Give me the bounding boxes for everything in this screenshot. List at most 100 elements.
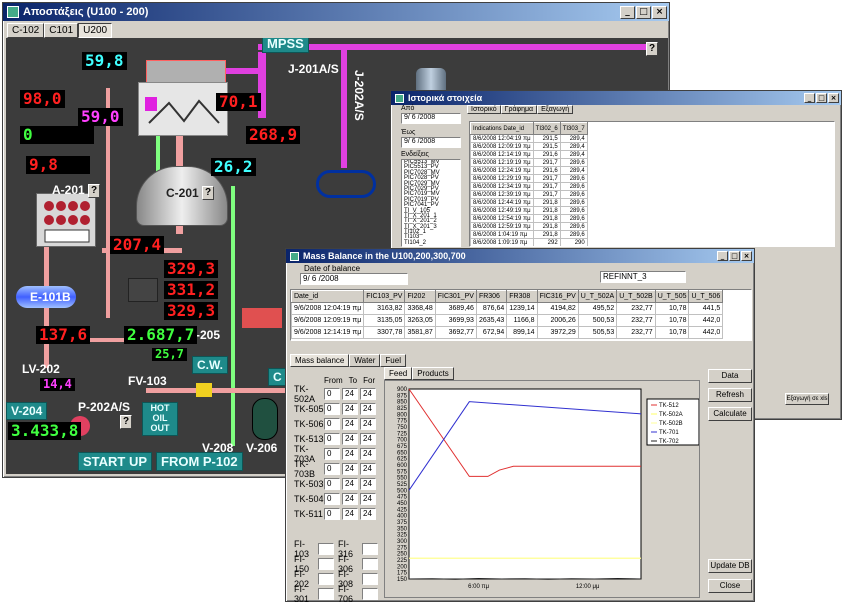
refresh-button[interactable]: Refresh: [708, 388, 752, 402]
date-of-balance-select[interactable]: 9/ 6 /2008: [300, 273, 408, 285]
mass-maximize-button[interactable]: □: [729, 251, 740, 261]
mass-minimize-button[interactable]: _: [717, 251, 728, 261]
history-row[interactable]: 8/6/2008 12:49:19 πμ 291,8 289,6: [470, 206, 588, 215]
tab-feed[interactable]: Feed: [384, 367, 413, 380]
mass-row[interactable]: 9/6/2008 12:04:19 πμ 3163,82 3368,48 3689,4…: [291, 302, 724, 315]
history-grid[interactable]: Indications Date_id TI302_6 TI303_7 8/6/…: [469, 121, 835, 247]
calculate-button[interactable]: Calculate: [708, 407, 752, 421]
mass-col-header[interactable]: U_T_505: [654, 290, 690, 303]
mass-col-header[interactable]: FI202: [404, 290, 436, 303]
history-indicators-list[interactable]: PIC5513_MV PIC5513_PV PIC7028_MV PIC7028_PV…: [401, 159, 461, 247]
fi-input[interactable]: [362, 572, 378, 585]
history-maximize-button[interactable]: □: [816, 93, 827, 103]
history-from-date[interactable]: 9/ 6 /2008: [401, 113, 461, 124]
mass-col-header[interactable]: FIC301_PV: [434, 290, 477, 303]
history-row[interactable]: 8/6/2008 12:54:19 πμ 291,8 289,6: [470, 214, 588, 223]
history-row[interactable]: 8/6/2008 12:24:19 πμ 291,6 289,4: [470, 166, 588, 175]
tank-to-input[interactable]: 24: [342, 477, 358, 490]
mass-row[interactable]: 9/6/2008 12:14:19 πμ 3307,78 3581,87 3692,7…: [291, 326, 724, 339]
history-col-ti302[interactable]: TI302_6: [532, 122, 561, 135]
tank-to-input[interactable]: 24: [342, 417, 358, 430]
tank-for-input[interactable]: 24: [360, 492, 376, 505]
export-xls-button[interactable]: Εξαγωγή σε xls: [785, 393, 829, 405]
history-row[interactable]: 8/6/2008 1:09:19 πμ 292 290: [470, 238, 588, 246]
tab-fuel[interactable]: Fuel: [380, 354, 406, 367]
mass-col-header[interactable]: Date_id: [291, 290, 365, 303]
refinery-select[interactable]: REFINNT_3: [600, 271, 686, 283]
fi-input[interactable]: [362, 587, 378, 600]
history-row[interactable]: 8/6/2008 12:04:19 πμ 291,5 289,4: [470, 134, 588, 143]
history-minimize-button[interactable]: _: [804, 93, 815, 103]
mass-col-header[interactable]: U_T_506: [688, 290, 724, 303]
tank-for-input[interactable]: 24: [360, 417, 376, 430]
tank-for-input[interactable]: 24: [360, 462, 376, 475]
tab-graph[interactable]: Γράφημα: [500, 105, 538, 114]
tank-for-input[interactable]: 24: [360, 477, 376, 490]
update-db-button[interactable]: Update DB: [708, 559, 752, 573]
tab-history[interactable]: Ιστορικό: [467, 105, 501, 114]
tab-u200[interactable]: U200: [78, 23, 113, 38]
mass-grid[interactable]: Date_id FIC103_PV FI202 FIC301_PV FR306 FR308…: [290, 289, 752, 341]
tank-to-input[interactable]: 24: [342, 447, 358, 460]
tank-from-input[interactable]: 0: [324, 492, 340, 505]
history-row[interactable]: 8/6/2008 1:04:19 πμ 291,8 289,6: [470, 230, 588, 239]
tab-c101[interactable]: C101: [44, 23, 79, 38]
fi-input[interactable]: [318, 542, 334, 555]
tab-export[interactable]: Εξαγωγή: [537, 105, 574, 114]
history-row[interactable]: 8/6/2008 12:14:19 πμ 291,6 289,4: [470, 150, 588, 159]
history-col-ti303[interactable]: TI303_7: [559, 122, 588, 135]
fi-input[interactable]: [318, 587, 334, 600]
mass-col-header[interactable]: U_T_502A: [577, 290, 618, 303]
maximize-button[interactable]: □: [636, 5, 651, 19]
tank-to-input[interactable]: 24: [342, 387, 358, 400]
fi-input[interactable]: [362, 557, 378, 570]
history-row[interactable]: 8/6/2008 12:44:19 πμ 291,8 289,6: [470, 198, 588, 207]
tank-from-input[interactable]: 0: [324, 477, 340, 490]
tank-to-input[interactable]: 24: [342, 462, 358, 475]
fi-input[interactable]: [318, 557, 334, 570]
tank-from-input[interactable]: 0: [324, 417, 340, 430]
history-row[interactable]: 8/6/2008 12:29:19 πμ 291,7 289,6: [470, 174, 588, 183]
tank-from-input[interactable]: 0: [324, 387, 340, 400]
history-row[interactable]: 8/6/2008 12:09:19 πμ 291,5 289,4: [470, 142, 588, 151]
tank-for-input[interactable]: 24: [360, 447, 376, 460]
mass-close-button[interactable]: ×: [741, 251, 752, 261]
tank-for-input[interactable]: 24: [360, 402, 376, 415]
history-close-button[interactable]: ×: [828, 93, 839, 103]
tank-for-input[interactable]: 24: [360, 387, 376, 400]
data-button[interactable]: Data: [708, 369, 752, 383]
tank-from-input[interactable]: 0: [324, 402, 340, 415]
history-col-date[interactable]: Indications Date_id: [470, 122, 534, 135]
history-row[interactable]: 8/6/2008 12:39:19 πμ 291,7 289,6: [470, 190, 588, 199]
indicator-item[interactable]: TI104_2: [404, 240, 458, 246]
help-button-c201[interactable]: ?: [202, 186, 214, 200]
help-button-p202[interactable]: ?: [120, 415, 132, 429]
history-row[interactable]: 8/6/2008 12:19:19 πμ 291,7 289,6: [470, 158, 588, 167]
tank-to-input[interactable]: 24: [342, 402, 358, 415]
tank-from-input[interactable]: 0: [324, 447, 340, 460]
mass-col-header[interactable]: FIC316_PV: [536, 290, 579, 303]
tank-to-input[interactable]: 24: [342, 492, 358, 505]
minimize-button[interactable]: _: [620, 5, 635, 19]
tab-c102[interactable]: C-102: [7, 23, 45, 38]
tank-from-input[interactable]: 0: [324, 507, 340, 520]
mass-col-header[interactable]: FR306: [475, 290, 508, 303]
tank-to-input[interactable]: 24: [342, 432, 358, 445]
mass-col-header[interactable]: U_T_502B: [616, 290, 656, 303]
tank-from-input[interactable]: 0: [324, 432, 340, 445]
tank-for-input[interactable]: 24: [360, 507, 376, 520]
history-row[interactable]: 8/6/2008 12:34:19 πμ 291,7 289,6: [470, 182, 588, 191]
history-to-date[interactable]: 9/ 6 /2008: [401, 137, 461, 148]
help-button-a201[interactable]: ?: [88, 184, 100, 198]
mass-row[interactable]: 9/6/2008 12:09:19 πμ 3135,05 3263,05 3699,9…: [291, 314, 724, 327]
close-button-mass[interactable]: Close: [708, 579, 752, 593]
fi-input[interactable]: [362, 542, 378, 555]
tank-for-input[interactable]: 24: [360, 432, 376, 445]
history-row[interactable]: 8/6/2008 12:59:19 πμ 291,8 289,6: [470, 222, 588, 231]
help-button-top[interactable]: ?: [646, 42, 658, 56]
mass-col-header[interactable]: FR308: [506, 290, 538, 303]
tab-water[interactable]: Water: [349, 354, 381, 367]
tab-mass-balance[interactable]: Mass balance: [290, 354, 350, 367]
tab-products[interactable]: Products: [412, 367, 454, 380]
mass-col-header[interactable]: FIC103_PV: [363, 290, 406, 303]
